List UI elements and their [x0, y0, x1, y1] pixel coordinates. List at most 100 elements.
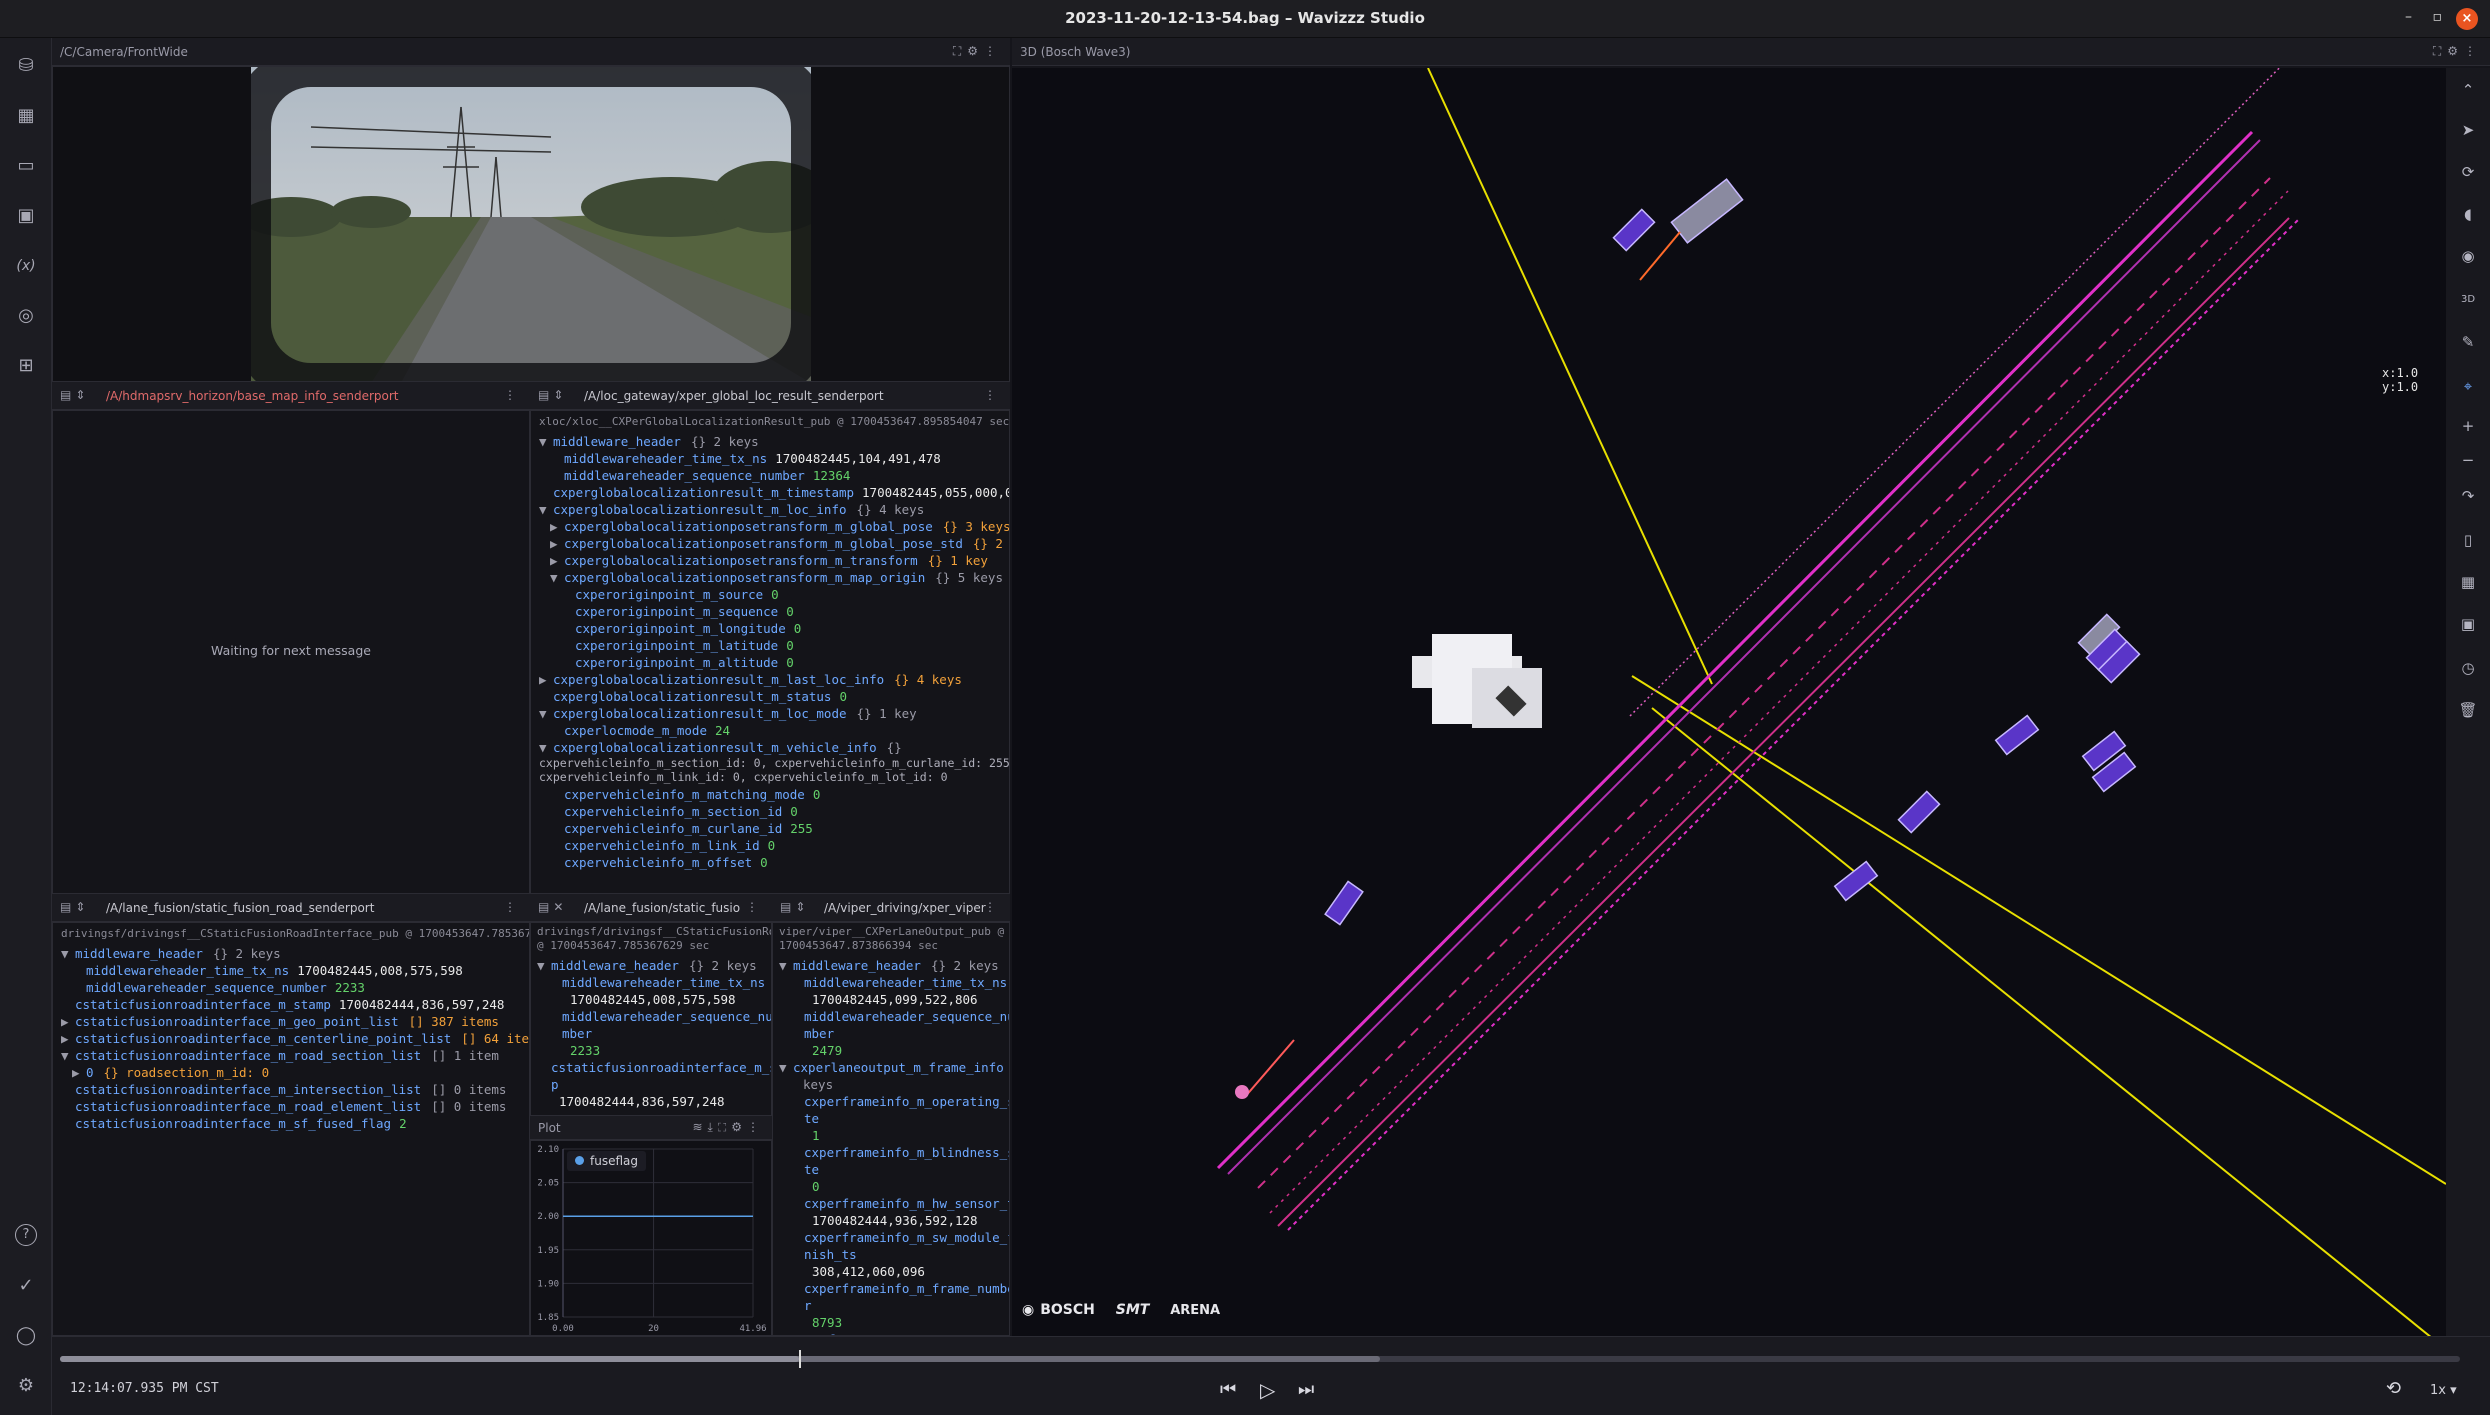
panel-settings-icon[interactable]: ▣	[12, 202, 40, 230]
panel-topic-icons[interactable]: ▤⇕	[60, 388, 89, 402]
tree-row[interactable]: ▼ middleware_header {} 2 keys	[539, 433, 759, 450]
panel-menu-icon[interactable]: ⋮	[746, 900, 764, 914]
basemap-panel-header: ▤⇕ /A/hdmapsrv_horizon/base_map_info_sen…	[52, 382, 530, 410]
tree-type-summary: {} roadsection_m_id: 0	[103, 1065, 270, 1080]
expanded-caret-icon[interactable]: ▼	[61, 1047, 75, 1064]
expanded-caret-icon[interactable]: ▼	[779, 1059, 793, 1076]
restore-button[interactable]: ▫	[2433, 9, 2443, 25]
panel-menu-icon[interactable]: ⋮	[504, 388, 522, 402]
loop-icon[interactable]: ⟲	[2386, 1378, 2401, 1399]
trash-icon[interactable]: 🗑	[2456, 698, 2480, 722]
3d-scene[interactable]	[1012, 68, 2447, 1336]
variables-icon[interactable]: (x)	[12, 252, 40, 280]
help-icon[interactable]: ?	[15, 1224, 37, 1246]
tree-row[interactable]: ▶ cstaticfusionroadinterface_m_geo_point_…	[61, 1013, 499, 1030]
plot-legend[interactable]: fuseflag	[567, 1151, 646, 1171]
zoom-out-icon[interactable]: −	[2456, 448, 2480, 472]
timeline-scrubber[interactable]	[60, 1350, 2460, 1368]
panel-topic-icons[interactable]: ▤⇕	[538, 388, 567, 402]
collapsed-caret-icon[interactable]: ▶	[61, 1030, 75, 1047]
panel-actions[interactable]: ⛶⚙⋮	[2433, 44, 2482, 59]
tree-key: nish_ts	[804, 1247, 857, 1262]
tree-row[interactable]: ▶ cxperglobalocalizationresult_m_last_loc…	[539, 671, 962, 688]
speed-select[interactable]: 1x ▾	[2430, 1383, 2457, 1398]
extensions-icon[interactable]: ◎	[12, 302, 40, 330]
rotate-icon[interactable]: ⟳	[2456, 160, 2480, 184]
tree-row: 8793	[790, 1314, 842, 1331]
tree-row[interactable]: ▼cxperlaneoutput_m_frame_info{} 5	[779, 1059, 1009, 1076]
tree-row[interactable]: ▶ cxperglobalocalizationposetransform_m_g…	[550, 518, 1009, 535]
tree-row[interactable]: ▼ cxperglobalocalizationresult_m_vehicle_…	[539, 739, 902, 756]
tree-row[interactable]: ▼ middleware_header {} 2 keys	[537, 957, 757, 974]
panel-menu-icon[interactable]: ⋮	[984, 388, 1002, 402]
clock-icon[interactable]: ◷	[2456, 656, 2480, 680]
expanded-caret-icon[interactable]: ▼	[537, 957, 551, 974]
collapsed-caret-icon[interactable]: ▶	[72, 1064, 86, 1081]
tree-row: cxperframeinfo_m_blindness_sta	[790, 1144, 1009, 1161]
collapsed-caret-icon[interactable]: ▶	[61, 1013, 75, 1030]
expanded-caret-icon[interactable]: ▼	[539, 433, 553, 450]
pin-icon[interactable]: ⌖	[2456, 374, 2480, 398]
panel-topic-icons[interactable]: ▤✕	[538, 900, 567, 914]
expanded-caret-icon[interactable]: ▼	[550, 569, 564, 586]
cursor-icon[interactable]: ➤	[2456, 118, 2480, 142]
check-icon[interactable]: ✓	[12, 1272, 40, 1300]
expanded-caret-icon[interactable]: ▼	[539, 501, 553, 518]
play-icon[interactable]: ▷	[1260, 1378, 1275, 1402]
tree-row[interactable]: ▼ cstaticfusionroadinterface_m_road_secti…	[61, 1047, 499, 1064]
plot-actions[interactable]: ≋⤓⛶⚙⋮	[692, 1120, 764, 1135]
expanded-caret-icon[interactable]: ▼	[61, 945, 75, 962]
previous-frame-icon[interactable]: ⏮	[1220, 1379, 1236, 1400]
panel-topic-icons[interactable]: ▤⇕	[60, 900, 89, 914]
3d-view[interactable]: x:1.0 y:1.0 ◉ BOSCH SMT ARENA	[1012, 68, 2490, 1336]
loc-panel-header: ▤⇕ /A/loc_gateway/xper_global_loc_result…	[530, 382, 1010, 410]
tree-key: cxperglobalocalizationposetransform_m_gl…	[564, 536, 963, 551]
collapsed-caret-icon[interactable]: ▶	[550, 535, 564, 552]
obstacle-box	[1324, 880, 1364, 926]
close-button[interactable]: ×	[2456, 8, 2478, 30]
expanded-caret-icon[interactable]: ▼	[779, 957, 793, 974]
settings-icon[interactable]: ⚙	[12, 1372, 40, 1400]
expanded-caret-icon[interactable]: ▼	[539, 705, 553, 722]
redo-icon[interactable]: ↷	[2456, 484, 2480, 508]
tree-row[interactable]: ▼ middleware_header {} 2 keys	[61, 945, 281, 962]
collapsed-caret-icon[interactable]: ▶	[550, 518, 564, 535]
minimize-button[interactable]: –	[2405, 9, 2412, 25]
collapsed-caret-icon[interactable]: ▶	[539, 671, 553, 688]
tree-row[interactable]: ▶ cxperglobalocalizationposetransform_m_g…	[550, 535, 1009, 552]
panel-menu-icon[interactable]: ⋮	[984, 900, 1002, 914]
tree-row[interactable]: ▶ cstaticfusionroadinterface_m_centerline…	[61, 1030, 529, 1047]
data-source-icon[interactable]: ⛁	[12, 52, 40, 80]
tree-type-summary: {} 5 keys	[935, 570, 1003, 585]
next-frame-icon[interactable]: ⏭	[1298, 1379, 1314, 1400]
apps-icon[interactable]: ⊞	[12, 352, 40, 380]
grid-icon[interactable]: ▦	[2456, 570, 2480, 594]
panel-menu-icon[interactable]: ⋮	[504, 900, 522, 914]
zoom-in-icon[interactable]: +	[2456, 414, 2480, 438]
tree-key: cxperframeinfo_m_operating_sta	[804, 1094, 1010, 1109]
panel-actions[interactable]: ⛶⚙⋮	[953, 44, 1002, 59]
timeline-playhead[interactable]	[799, 1350, 802, 1368]
tree-value: 0	[839, 689, 847, 704]
tree-row[interactable]: ▼ cxperglobalocalizationresult_m_loc_mode…	[539, 705, 917, 722]
tree-row[interactable]: ▶ cxperglobalocalizationposetransform_m_t…	[550, 552, 988, 569]
tree-key: middlewareheader_sequence_nu	[804, 1009, 1010, 1024]
expanded-caret-icon[interactable]: ▼	[539, 739, 553, 756]
eye-icon[interactable]: ◉	[2456, 244, 2480, 268]
3d-icon[interactable]: 3D	[2456, 288, 2480, 312]
layout-icon[interactable]: ▦	[12, 102, 40, 130]
ruler-icon[interactable]: ✎	[2456, 330, 2480, 354]
account-icon[interactable]: ◯	[12, 1322, 40, 1350]
title-bar: 2023-11-20-12-13-54.bag – Wavizzz Studio…	[0, 0, 2490, 38]
mouse-icon[interactable]: ◖	[2456, 202, 2480, 226]
tree-row[interactable]: ▼ cxperglobalocalizationposetransform_m_m…	[550, 569, 1003, 586]
panel-topic-icons[interactable]: ▤⇕	[780, 900, 809, 914]
image-icon[interactable]: ▣	[2456, 612, 2480, 636]
chevron-up-icon[interactable]: ⌃	[2456, 78, 2480, 102]
map-icon[interactable]: ▯	[2456, 528, 2480, 552]
tree-row[interactable]: ▼ middleware_header {} 2 keys	[779, 957, 999, 974]
collapsed-caret-icon[interactable]: ▶	[550, 552, 564, 569]
tree-row[interactable]: ▼ cxperglobalocalizationresult_m_loc_info…	[539, 501, 924, 518]
add-panel-icon[interactable]: ▭	[12, 152, 40, 180]
tree-row[interactable]: ▶ 0 {} roadsection_m_id: 0	[72, 1064, 269, 1081]
